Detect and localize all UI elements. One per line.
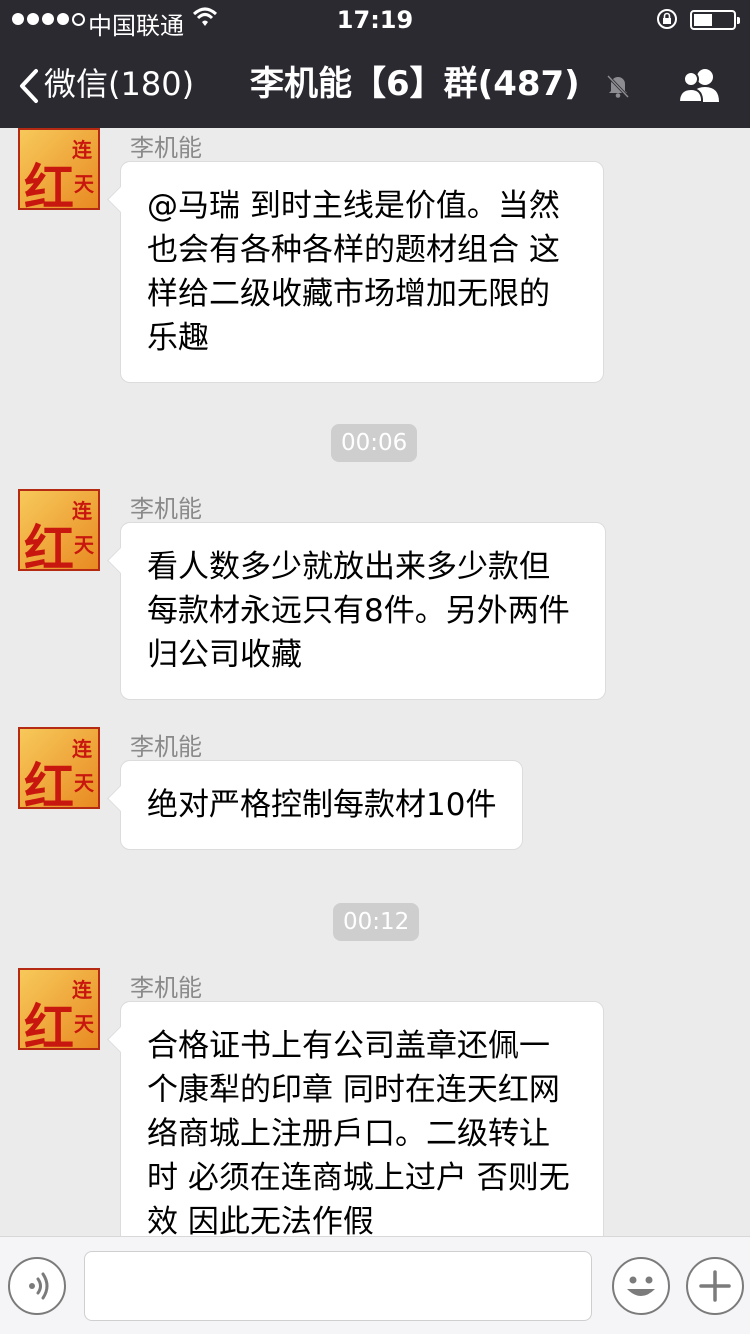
- people-icon: [677, 69, 719, 103]
- emoji-button[interactable]: [612, 1257, 670, 1315]
- back-label: 微信(180): [44, 65, 195, 103]
- message-bubble[interactable]: 绝对严格控制每款材10件: [120, 760, 524, 850]
- input-bar: [0, 1236, 750, 1334]
- avatar-char: 天: [74, 533, 94, 557]
- avatar[interactable]: 红 连 天: [18, 968, 100, 1050]
- avatar-char: 连: [72, 499, 92, 523]
- avatar[interactable]: 红 连 天: [18, 489, 100, 571]
- navigation-bar: 中国联通 17:19 微信(180) 李机能【6】群(487): [0, 0, 750, 128]
- bell-muted-icon: [604, 72, 632, 104]
- battery-icon: [690, 10, 740, 30]
- message-bubble[interactable]: 看人数多少就放出来多少款但每款材永远只有8件。另外两件归公司收藏: [120, 522, 606, 700]
- back-button[interactable]: 微信(180): [18, 58, 194, 110]
- voice-button[interactable]: [8, 1257, 66, 1315]
- avatar-char: 连: [72, 138, 92, 162]
- avatar-char: 红: [24, 158, 74, 210]
- sender-name: 李机能: [130, 495, 202, 523]
- chevron-left-icon: [20, 69, 38, 103]
- sender-name: 李机能: [130, 733, 202, 761]
- avatar-char: 天: [74, 1012, 94, 1036]
- avatar-char: 红: [24, 519, 74, 571]
- plus-icon: [699, 1270, 731, 1302]
- avatar[interactable]: 红 连 天: [18, 727, 100, 809]
- avatar-char: 天: [74, 172, 94, 196]
- message-list[interactable]: 红 连 天 李机能 @马瑞 到时主线是价值。当然也会有各种各样的题材组合 这样给…: [0, 128, 750, 1236]
- status-time: 17:19: [336, 6, 414, 34]
- message-input[interactable]: [84, 1251, 592, 1321]
- sender-name: 李机能: [130, 974, 202, 1002]
- voice-icon: [29, 1272, 49, 1300]
- rotation-lock-icon: [655, 7, 679, 37]
- chat-title: 李机能【6】群(487): [250, 64, 580, 104]
- timestamp-chip: 00:06: [331, 424, 418, 462]
- message-bubble[interactable]: 合格证书上有公司盖章还佩一个康犁的印章 同时在连天红网络商城上注册戶口。二级转让…: [120, 1001, 604, 1236]
- avatar-char: 红: [24, 998, 74, 1050]
- avatar-char: 连: [72, 737, 92, 761]
- message-bubble[interactable]: @马瑞 到时主线是价值。当然也会有各种各样的题材组合 这样给二级收藏市场增加无限…: [120, 161, 604, 383]
- avatar-char: 连: [72, 978, 92, 1002]
- smiley-icon: [627, 1276, 655, 1296]
- avatar-char: 红: [24, 757, 74, 809]
- avatar[interactable]: 红 连 天: [18, 128, 100, 210]
- status-bar: 中国联通 17:19: [0, 0, 750, 40]
- avatar-char: 天: [74, 771, 94, 795]
- sender-name: 李机能: [130, 134, 202, 162]
- more-button[interactable]: [686, 1257, 744, 1315]
- group-members-button[interactable]: [676, 66, 724, 110]
- timestamp-chip: 00:12: [333, 903, 420, 941]
